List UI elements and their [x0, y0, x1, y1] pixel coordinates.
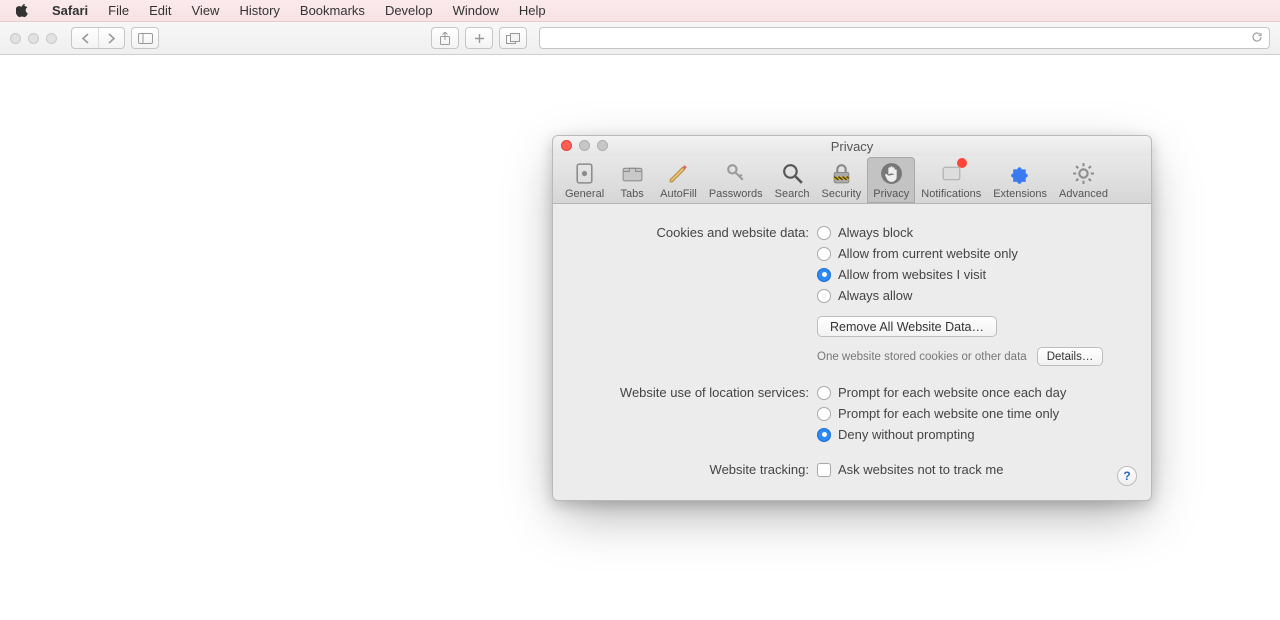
- prefs-titlebar: Privacy: [553, 136, 1151, 156]
- checkbox-do-not-track-label: Ask websites not to track me: [838, 461, 1003, 478]
- radio-location-daily-label: Prompt for each website once each day: [838, 384, 1066, 401]
- prefs-body: Cookies and website data: Always block A…: [553, 204, 1151, 500]
- radio-visited-label: Allow from websites I visit: [838, 266, 986, 283]
- tab-extensions-label: Extensions: [993, 188, 1047, 200]
- nav-back-forward: [71, 27, 125, 49]
- lock-icon: [829, 161, 854, 186]
- menubar-help[interactable]: Help: [509, 3, 556, 18]
- tab-overview-button[interactable]: [499, 27, 527, 49]
- pencil-icon: [666, 161, 691, 186]
- tab-privacy-label: Privacy: [873, 188, 909, 200]
- prefs-toolbar: General Tabs AutoFill Passwords Search: [553, 156, 1151, 204]
- location-label: Website use of location services:: [571, 384, 817, 400]
- radio-location-once[interactable]: [817, 407, 831, 421]
- tracking-label: Website tracking:: [571, 461, 817, 477]
- window-zoom-button[interactable]: [46, 33, 57, 44]
- tabs-icon: [506, 33, 520, 44]
- radio-visited[interactable]: [817, 268, 831, 282]
- search-icon: [780, 161, 805, 186]
- chevron-left-icon: [81, 33, 90, 44]
- menubar-view[interactable]: View: [182, 3, 230, 18]
- tab-general-label: General: [565, 188, 604, 200]
- tab-tabs[interactable]: Tabs: [610, 157, 654, 203]
- forward-button[interactable]: [98, 28, 124, 48]
- window-traffic-lights: [10, 33, 57, 44]
- radio-location-deny[interactable]: [817, 428, 831, 442]
- tab-passwords-label: Passwords: [709, 188, 763, 200]
- hand-icon: [879, 161, 904, 186]
- tab-search[interactable]: Search: [769, 157, 816, 203]
- tab-notifications-label: Notifications: [921, 188, 981, 200]
- menubar-history[interactable]: History: [229, 3, 289, 18]
- switch-icon: [572, 161, 597, 186]
- tab-search-label: Search: [775, 188, 810, 200]
- menubar-app-name[interactable]: Safari: [42, 3, 98, 18]
- tab-passwords[interactable]: Passwords: [703, 157, 769, 203]
- window-minimize-button[interactable]: [28, 33, 39, 44]
- tab-extensions[interactable]: Extensions: [987, 157, 1053, 203]
- tab-general[interactable]: General: [559, 157, 610, 203]
- radio-always-allow-label: Always allow: [838, 287, 912, 304]
- prefs-close-button[interactable]: [561, 140, 572, 151]
- url-field[interactable]: [539, 27, 1270, 49]
- prefs-minimize-button[interactable]: [579, 140, 590, 151]
- preferences-window: Privacy General Tabs AutoFill Passwords: [552, 135, 1152, 501]
- new-tab-button[interactable]: [465, 27, 493, 49]
- menubar-develop[interactable]: Develop: [375, 3, 443, 18]
- window-close-button[interactable]: [10, 33, 21, 44]
- menubar-bookmarks[interactable]: Bookmarks: [290, 3, 375, 18]
- share-icon: [439, 32, 451, 45]
- gear-icon: [1071, 161, 1096, 186]
- plus-icon: [473, 32, 486, 45]
- tab-advanced-label: Advanced: [1059, 188, 1108, 200]
- tab-security-label: Security: [821, 188, 861, 200]
- tab-advanced[interactable]: Advanced: [1053, 157, 1114, 203]
- tab-tabs-label: Tabs: [621, 188, 644, 200]
- cookies-label: Cookies and website data:: [571, 224, 817, 240]
- menubar-window[interactable]: Window: [443, 3, 509, 18]
- prefs-title: Privacy: [831, 139, 874, 154]
- radio-location-daily[interactable]: [817, 386, 831, 400]
- key-icon: [723, 161, 748, 186]
- sidebar-icon: [138, 33, 153, 44]
- menubar-edit[interactable]: Edit: [139, 3, 181, 18]
- notification-badge-icon: [957, 158, 967, 168]
- help-button[interactable]: ?: [1117, 466, 1137, 486]
- puzzle-icon: [1008, 161, 1033, 186]
- tab-privacy[interactable]: Privacy: [867, 157, 915, 203]
- back-button[interactable]: [72, 28, 98, 48]
- radio-always-block-label: Always block: [838, 224, 913, 241]
- tab-autofill[interactable]: AutoFill: [654, 157, 703, 203]
- tabs-icon: [620, 161, 645, 186]
- tab-notifications[interactable]: Notifications: [915, 157, 987, 203]
- apple-menu-icon[interactable]: [14, 3, 30, 19]
- prefs-zoom-button[interactable]: [597, 140, 608, 151]
- radio-location-deny-label: Deny without prompting: [838, 426, 975, 443]
- radio-location-once-label: Prompt for each website one time only: [838, 405, 1059, 422]
- tab-autofill-label: AutoFill: [660, 188, 697, 200]
- macos-menubar: Safari File Edit View History Bookmarks …: [0, 0, 1280, 22]
- tab-security[interactable]: Security: [815, 157, 867, 203]
- stored-data-note: One website stored cookies or other data: [817, 351, 1027, 363]
- chevron-right-icon: [107, 33, 116, 44]
- safari-toolbar: [0, 22, 1280, 55]
- remove-all-data-button[interactable]: Remove All Website Data…: [817, 316, 997, 337]
- reload-icon[interactable]: [1251, 31, 1263, 46]
- checkbox-do-not-track[interactable]: [817, 463, 831, 477]
- menubar-file[interactable]: File: [98, 3, 139, 18]
- radio-always-allow[interactable]: [817, 289, 831, 303]
- radio-current-only-label: Allow from current website only: [838, 245, 1018, 262]
- radio-current-only[interactable]: [817, 247, 831, 261]
- radio-always-block[interactable]: [817, 226, 831, 240]
- share-button[interactable]: [431, 27, 459, 49]
- sidebar-toggle-button[interactable]: [131, 27, 159, 49]
- details-button[interactable]: Details…: [1037, 347, 1104, 366]
